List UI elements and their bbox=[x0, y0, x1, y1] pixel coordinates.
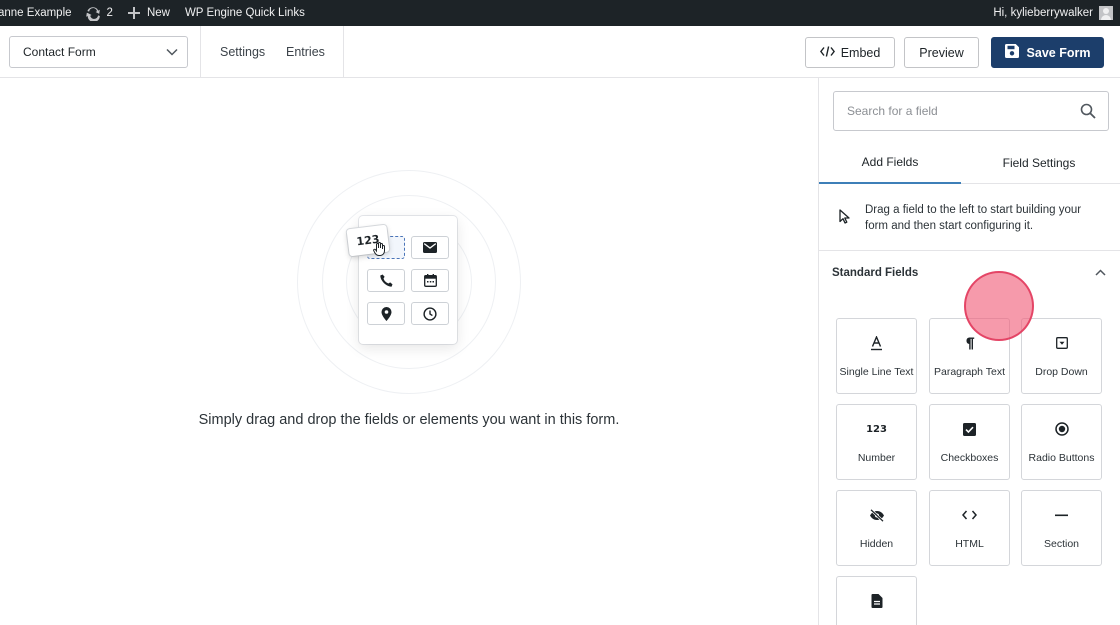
field-drop-down[interactable]: Drop Down bbox=[1021, 318, 1102, 394]
field-single-line-text[interactable]: Single Line Text bbox=[836, 318, 917, 394]
admin-bar-quick-links[interactable]: WP Engine Quick Links bbox=[185, 0, 305, 26]
radio-icon bbox=[1022, 421, 1101, 437]
field-label: Number bbox=[857, 452, 896, 464]
tab-add-fields[interactable]: Add Fields bbox=[819, 142, 961, 184]
field-label: Radio Buttons bbox=[1028, 452, 1095, 464]
field-label: HTML bbox=[955, 538, 984, 550]
entries-link[interactable]: Entries bbox=[286, 26, 325, 77]
search-icon[interactable] bbox=[1080, 103, 1096, 124]
form-canvas[interactable]: 123 Simply drag and drop the fields or e… bbox=[0, 78, 818, 625]
field-label: Single Line Text bbox=[839, 366, 914, 378]
clock-icon bbox=[411, 302, 449, 325]
admin-bar-account[interactable]: Hi, kylieberrywalker bbox=[993, 0, 1120, 26]
plus-icon bbox=[127, 7, 140, 19]
admin-bar-new[interactable]: New bbox=[127, 0, 170, 26]
field-search[interactable] bbox=[833, 91, 1109, 131]
form-selector[interactable]: Contact Form bbox=[9, 36, 188, 68]
site-name-label: anne Example bbox=[0, 7, 72, 19]
admin-bar-updates[interactable]: 2 bbox=[85, 0, 113, 26]
hidden-icon bbox=[837, 507, 916, 523]
standard-fields-title: Standard Fields bbox=[832, 267, 919, 279]
avatar bbox=[1099, 6, 1113, 20]
preview-label: Preview bbox=[919, 45, 964, 60]
form-selector-value: Contact Form bbox=[23, 45, 96, 59]
cursor-arrow-icon bbox=[839, 209, 850, 229]
field-html[interactable]: HTML bbox=[929, 490, 1010, 566]
document-icon bbox=[837, 593, 916, 609]
toolbar-divider bbox=[200, 26, 201, 77]
admin-bar-site-name[interactable]: anne Example bbox=[0, 0, 72, 26]
email-icon bbox=[411, 236, 449, 259]
save-form-button[interactable]: Save Form bbox=[991, 37, 1104, 68]
single-line-text-icon bbox=[837, 335, 916, 351]
field-number[interactable]: 123 Number bbox=[836, 404, 917, 480]
number-icon: 123 bbox=[866, 423, 887, 435]
greeting-text: Hi, kylieberrywalker bbox=[993, 7, 1093, 19]
sidebar-tabs: Add Fields Field Settings bbox=[819, 142, 1120, 184]
empty-state-message: Simply drag and drop the fields or eleme… bbox=[198, 412, 620, 428]
drag-hint-text: Drag a field to the left to start buildi… bbox=[865, 204, 1082, 232]
new-label: New bbox=[146, 7, 170, 19]
field-radio-buttons[interactable]: Radio Buttons bbox=[1021, 404, 1102, 480]
updates-count: 2 bbox=[106, 7, 113, 19]
form-toolbar: Contact Form Settings Entries Embed Prev… bbox=[0, 26, 1120, 78]
chevron-down-icon bbox=[166, 45, 178, 59]
field-label: Section bbox=[1043, 538, 1080, 550]
field-sidebar: Add Fields Field Settings Drag a field t… bbox=[818, 78, 1120, 625]
preview-button[interactable]: Preview bbox=[904, 37, 979, 68]
dropdown-icon bbox=[1022, 335, 1101, 351]
checkbox-icon bbox=[930, 421, 1009, 437]
field-label: Paragraph Text bbox=[933, 366, 1006, 378]
grab-cursor-icon bbox=[373, 242, 386, 261]
calendar-icon bbox=[411, 269, 449, 292]
section-icon bbox=[1022, 507, 1101, 523]
save-form-label: Save Form bbox=[1026, 45, 1091, 60]
drag-hint: Drag a field to the left to start buildi… bbox=[819, 185, 1120, 251]
field-label: Checkboxes bbox=[940, 452, 999, 464]
tab-field-settings[interactable]: Field Settings bbox=[964, 142, 1114, 184]
updates-icon bbox=[85, 5, 101, 21]
chevron-up-icon[interactable] bbox=[1095, 267, 1106, 279]
embed-label: Embed bbox=[840, 45, 881, 60]
field-section[interactable]: Section bbox=[1021, 490, 1102, 566]
phone-icon bbox=[367, 269, 405, 292]
toolbar-divider bbox=[343, 26, 344, 77]
admin-bar: anne Example 2 New WP Engine Quick Links… bbox=[0, 0, 1120, 26]
location-pin-icon bbox=[367, 302, 405, 325]
settings-link[interactable]: Settings bbox=[220, 26, 265, 77]
save-icon bbox=[1004, 44, 1019, 61]
code-icon bbox=[819, 45, 835, 60]
click-indicator bbox=[964, 271, 1034, 341]
field-label: Drop Down bbox=[1035, 366, 1088, 378]
field-label: Hidden bbox=[859, 538, 894, 550]
embed-button[interactable]: Embed bbox=[805, 37, 895, 68]
code-icon bbox=[930, 507, 1009, 523]
field-search-input[interactable] bbox=[834, 92, 1074, 130]
field-page[interactable] bbox=[836, 576, 917, 625]
field-checkboxes[interactable]: Checkboxes bbox=[929, 404, 1010, 480]
field-hidden[interactable]: Hidden bbox=[836, 490, 917, 566]
quick-links-label: WP Engine Quick Links bbox=[184, 7, 305, 19]
